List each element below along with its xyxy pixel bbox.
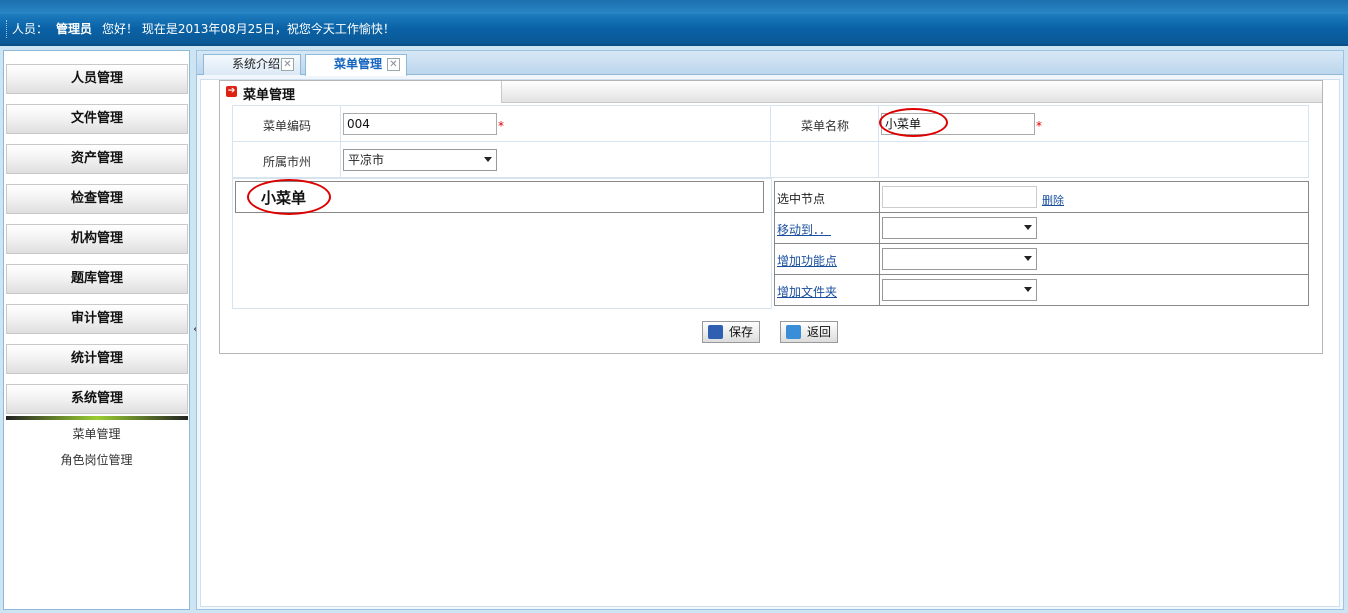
user-label: 人员： [12,22,49,36]
delete-link[interactable]: 删除 [1042,192,1064,208]
menu-name-label: 菜单名称 [800,119,849,133]
add-folder-select[interactable] [882,279,1037,301]
panel-header: ➔ 菜单管理 [220,81,1322,103]
move-to-link[interactable]: 移动到．． [777,221,831,238]
return-arrow-icon [786,325,801,339]
highlight-circle [247,179,331,215]
sidebar-item-organization[interactable]: 机构管理 [6,224,188,254]
required-mark: * [498,119,504,133]
active-indicator [6,416,188,420]
tab-menu-management[interactable]: 菜单管理 ✕ [305,54,407,76]
submenu-item-role-management[interactable]: 角色岗位管理 [4,451,189,468]
sidebar-item-inspection[interactable]: 检查管理 [6,184,188,214]
tab-label: 菜单管理 [334,57,383,71]
chevron-down-icon [1024,256,1032,261]
user-name: 管理员 [56,22,93,36]
sidebar: 人员管理 文件管理 资产管理 检查管理 机构管理 题库管理 审计管理 统计管理 … [3,50,190,610]
move-to-select[interactable] [882,217,1037,239]
tab-bar: 系统介绍 ✕ 菜单管理 ✕ [197,51,1343,76]
city-select[interactable]: 平凉市 [343,149,497,171]
city-select-value: 平凉市 [348,153,385,167]
tab-system-intro[interactable]: 系统介绍 ✕ [203,54,301,75]
back-button[interactable]: 返回 [780,321,839,343]
city-label: 所属市州 [262,155,311,169]
submenu-item-menu-management[interactable]: 菜单管理 [4,425,189,442]
floppy-disk-icon [708,325,723,339]
chevron-down-icon [484,157,492,162]
sidebar-item-audit[interactable]: 审计管理 [6,304,188,334]
close-icon[interactable]: ✕ [387,58,400,71]
add-folder-link[interactable]: 增加文件夹 [777,283,837,300]
selected-node-input[interactable] [882,186,1037,208]
tab-label: 系统介绍 [232,57,281,71]
sidebar-item-statistics[interactable]: 统计管理 [6,344,188,374]
arrow-icon: ➔ [226,86,237,97]
sidebar-item-system[interactable]: 系统管理 [6,384,188,414]
highlight-circle [879,108,948,137]
sidebar-item-assets[interactable]: 资产管理 [6,144,188,174]
menu-form-panel: ➔ 菜单管理 菜单编码 004 * 菜单名称 小菜单 * 所属市州 平凉市 小菜… [219,80,1323,354]
top-bar: 人员： 管理员 您好！ 现在是2013年08月25日，祝您今天工作愉快！ [0,0,1348,46]
greeting-text: 您好！ 现在是2013年08月25日，祝您今天工作愉快！ [102,22,395,36]
close-icon[interactable]: ✕ [281,58,294,71]
required-mark: * [1036,119,1042,133]
sidebar-item-personnel[interactable]: 人员管理 [6,64,188,94]
sidebar-item-question-bank[interactable]: 题库管理 [6,264,188,294]
chevron-down-icon [1024,287,1032,292]
sidebar-item-files[interactable]: 文件管理 [6,104,188,134]
save-button[interactable]: 保存 [702,321,761,343]
add-function-link[interactable]: 增加功能点 [777,252,837,269]
add-function-select[interactable] [882,248,1037,270]
header-banner [0,0,1348,14]
menu-code-label: 菜单编码 [262,119,311,133]
chevron-down-icon [1024,225,1032,230]
selected-node-label: 选中节点 [777,192,826,206]
panel-title: 菜单管理 [243,88,296,103]
user-info: 人员： 管理员 您好！ 现在是2013年08月25日，祝您今天工作愉快！ [6,20,395,38]
menu-code-input[interactable]: 004 [343,113,497,135]
main-area: 系统介绍 ✕ 菜单管理 ✕ ➔ 菜单管理 菜单编码 004 * 菜单名称 小菜单… [196,50,1344,610]
content-area: ➔ 菜单管理 菜单编码 004 * 菜单名称 小菜单 * 所属市州 平凉市 小菜… [200,79,1340,607]
